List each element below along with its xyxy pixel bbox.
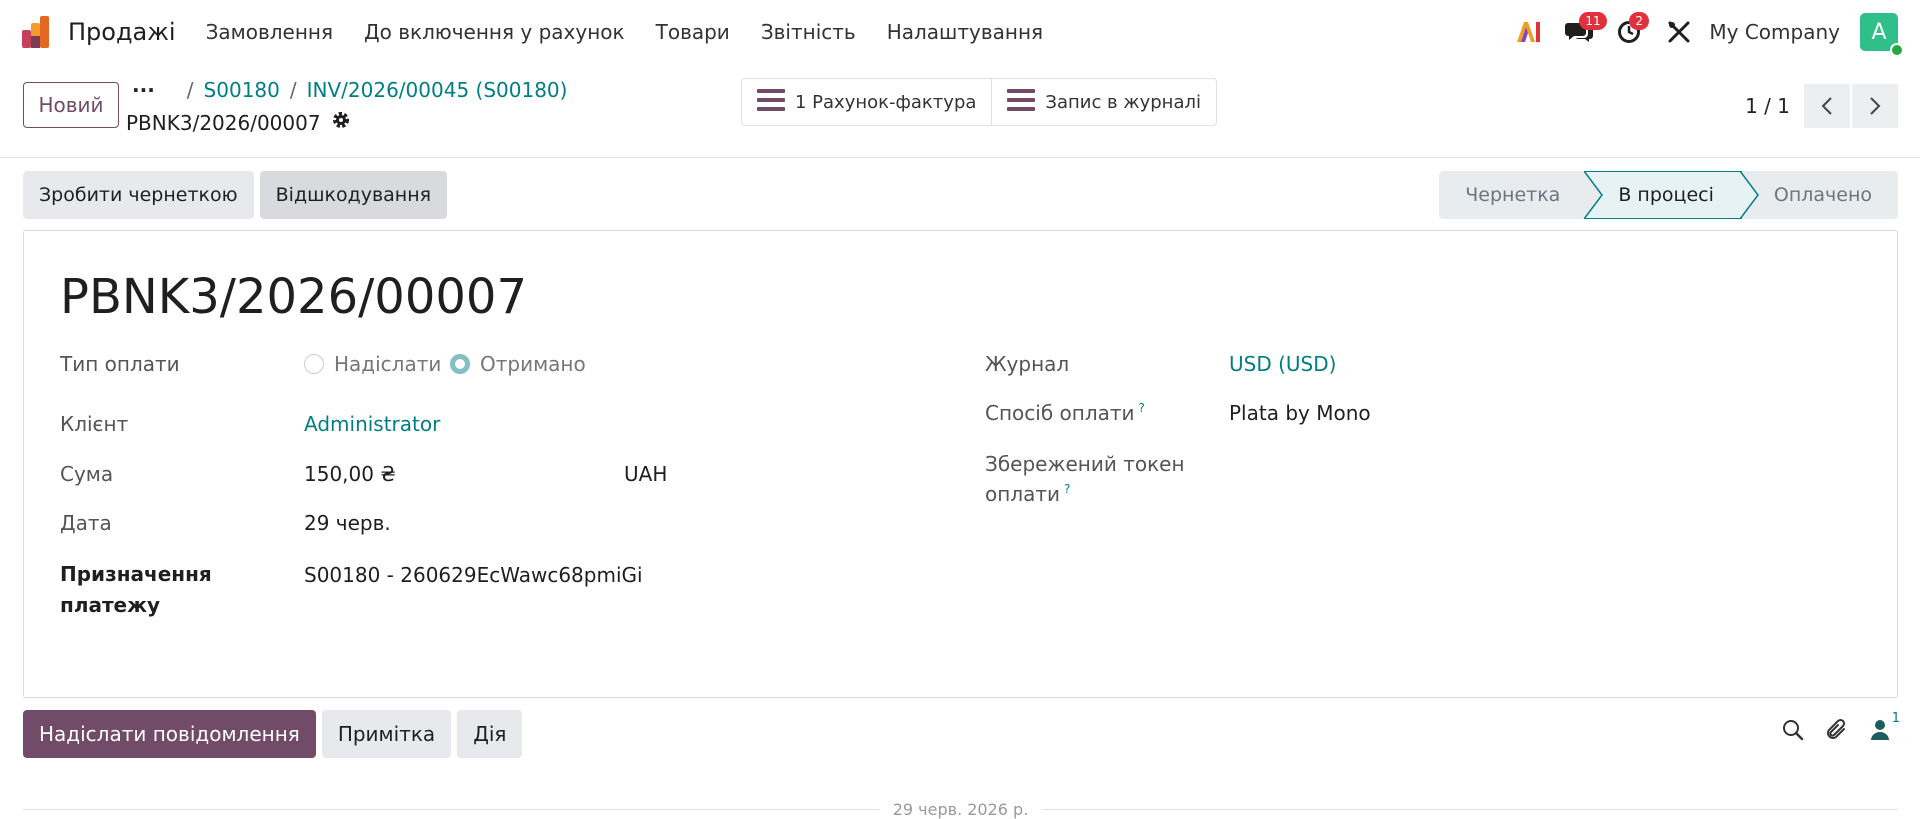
bars-icon — [1007, 88, 1036, 116]
journal-field[interactable]: USD (USD) — [1229, 352, 1336, 376]
payment-title: PBNK3/2026/00007 — [60, 269, 527, 325]
payment-method-label: Спосіб оплати? — [985, 401, 1145, 425]
form-sheet: PBNK3/2026/00007 Тип оплати Надіслати От… — [23, 230, 1898, 698]
activities-badge: 2 — [1629, 12, 1650, 30]
online-status-dot — [1890, 43, 1904, 57]
pager-value[interactable]: 1 / 1 — [1745, 94, 1790, 118]
gear-icon[interactable] — [331, 110, 351, 135]
paperclip-icon[interactable] — [1826, 718, 1848, 746]
followers-icon[interactable]: 1 — [1870, 711, 1900, 745]
header-actions: Зробити чернеткою Відшкодування — [23, 171, 453, 219]
pager: 1 / 1 — [1745, 84, 1898, 128]
pager-next-button[interactable] — [1852, 84, 1898, 128]
breadcrumb-sale-order[interactable]: S00180 — [204, 78, 280, 102]
chatter-toolbar: Надіслати повідомлення Примітка Дія — [23, 710, 528, 758]
reset-to-draft-button[interactable]: Зробити чернеткою — [23, 171, 254, 219]
search-icon[interactable] — [1782, 719, 1804, 745]
journal-label: Журнал — [985, 352, 1070, 376]
radio-send-circle[interactable] — [304, 354, 324, 374]
sales-app-icon[interactable] — [22, 16, 54, 48]
control-panel: Новий ··· / S00180 / INV/2026/00045 (S00… — [0, 64, 1920, 158]
help-icon[interactable]: ? — [1064, 482, 1070, 496]
user-avatar[interactable]: A — [1860, 13, 1904, 57]
journal-entry-smart-label: Запис в журналі — [1045, 91, 1201, 113]
avatar-letter: A — [1871, 19, 1887, 45]
refund-button[interactable]: Відшкодування — [259, 171, 448, 219]
record-name: PBNK3/2026/00007 — [126, 110, 351, 135]
ai-icon[interactable] — [1513, 16, 1545, 48]
saved-token-label-line2-text: оплати — [985, 482, 1060, 506]
radio-received[interactable]: Отримано — [450, 352, 586, 376]
menu-orders[interactable]: Замовлення — [206, 20, 333, 44]
customer-field[interactable]: Administrator — [304, 412, 440, 436]
breadcrumb-more[interactable]: ··· — [132, 78, 155, 102]
amount-label: Сума — [60, 462, 114, 486]
stage-paid[interactable]: Оплачено — [1741, 171, 1898, 219]
breadcrumb: ··· / S00180 / INV/2026/00045 (S00180) — [132, 78, 567, 102]
memo-label-line1: Призначення — [60, 562, 212, 586]
smart-buttons: 1 Рахунок-фактура Запис в журналі — [741, 78, 1217, 126]
help-icon[interactable]: ? — [1139, 401, 1145, 415]
send-message-button[interactable]: Надіслати повідомлення — [23, 710, 316, 758]
chatter-tools: 1 — [1760, 711, 1900, 746]
invoice-smart-label: 1 Рахунок-фактура — [795, 91, 977, 113]
stage-draft[interactable]: Чернетка — [1439, 171, 1585, 219]
payment-method-label-text: Спосіб оплати — [985, 401, 1135, 425]
activity-button[interactable]: Дія — [457, 710, 523, 758]
breadcrumb-invoice[interactable]: INV/2026/00045 (S00180) — [307, 78, 568, 102]
activities-clock-icon[interactable]: 2 — [1613, 12, 1650, 48]
chevron-right-icon — [1870, 97, 1881, 115]
date-separator: 29 черв. 2026 р. — [23, 800, 1899, 819]
chevron-left-icon — [1821, 97, 1832, 115]
separator-line — [1042, 809, 1899, 810]
radio-send[interactable]: Надіслати — [304, 352, 441, 376]
radio-received-label: Отримано — [480, 352, 586, 376]
main-navbar: Продажі Замовлення До включення у рахуно… — [0, 0, 1920, 64]
memo-label-line2: платежу — [60, 593, 161, 617]
payment-method-field[interactable]: Plata by Mono — [1229, 401, 1371, 425]
journal-entry-smart-button[interactable]: Запис в журналі — [991, 79, 1216, 125]
company-switcher[interactable]: My Company — [1709, 20, 1840, 44]
debug-tools-icon[interactable] — [1663, 16, 1695, 48]
amount-field[interactable]: 150,00 ₴ — [304, 462, 396, 486]
followers-count: 1 — [1891, 711, 1900, 726]
status-bar: Чернетка В процесі Оплачено — [1439, 171, 1898, 219]
breadcrumb-separator: / — [186, 78, 194, 102]
invoice-smart-button[interactable]: 1 Рахунок-фактура — [742, 79, 991, 125]
bars-icon — [757, 88, 785, 116]
date-field[interactable]: 29 черв. — [304, 511, 391, 535]
date-label: Дата — [60, 511, 112, 535]
stage-in-process-label: В процесі — [1618, 184, 1714, 206]
currency-field[interactable]: UAH — [624, 462, 667, 486]
stage-in-process[interactable]: В процесі — [1584, 171, 1759, 219]
date-separator-text: 29 черв. 2026 р. — [892, 800, 1029, 819]
memo-field[interactable]: S00180 - 260629EcWawc68pmiGi — [304, 563, 643, 587]
pager-previous-button[interactable] — [1804, 84, 1850, 128]
saved-token-label-line2: оплати? — [985, 482, 1070, 506]
record-name-text: PBNK3/2026/00007 — [126, 110, 321, 135]
app-title[interactable]: Продажі — [68, 18, 176, 46]
messages-badge: 11 — [1579, 12, 1607, 30]
customer-label: Клієнт — [60, 412, 129, 436]
menu-configuration[interactable]: Налаштування — [887, 20, 1043, 44]
menu-to-invoice[interactable]: До включення у рахунок — [364, 20, 625, 44]
log-note-button[interactable]: Примітка — [321, 710, 452, 758]
new-button[interactable]: Новий — [23, 82, 119, 128]
saved-token-label-line1: Збережений токен — [985, 452, 1185, 476]
menu-products[interactable]: Товари — [656, 20, 730, 44]
separator-line — [23, 809, 879, 810]
breadcrumb-separator: / — [289, 78, 297, 102]
payment-type-label: Тип оплати — [60, 352, 180, 376]
messages-icon[interactable]: 11 — [1563, 12, 1607, 48]
radio-received-circle[interactable] — [450, 354, 470, 374]
menu-reporting[interactable]: Звітність — [761, 20, 856, 44]
radio-send-label: Надіслати — [334, 352, 442, 376]
